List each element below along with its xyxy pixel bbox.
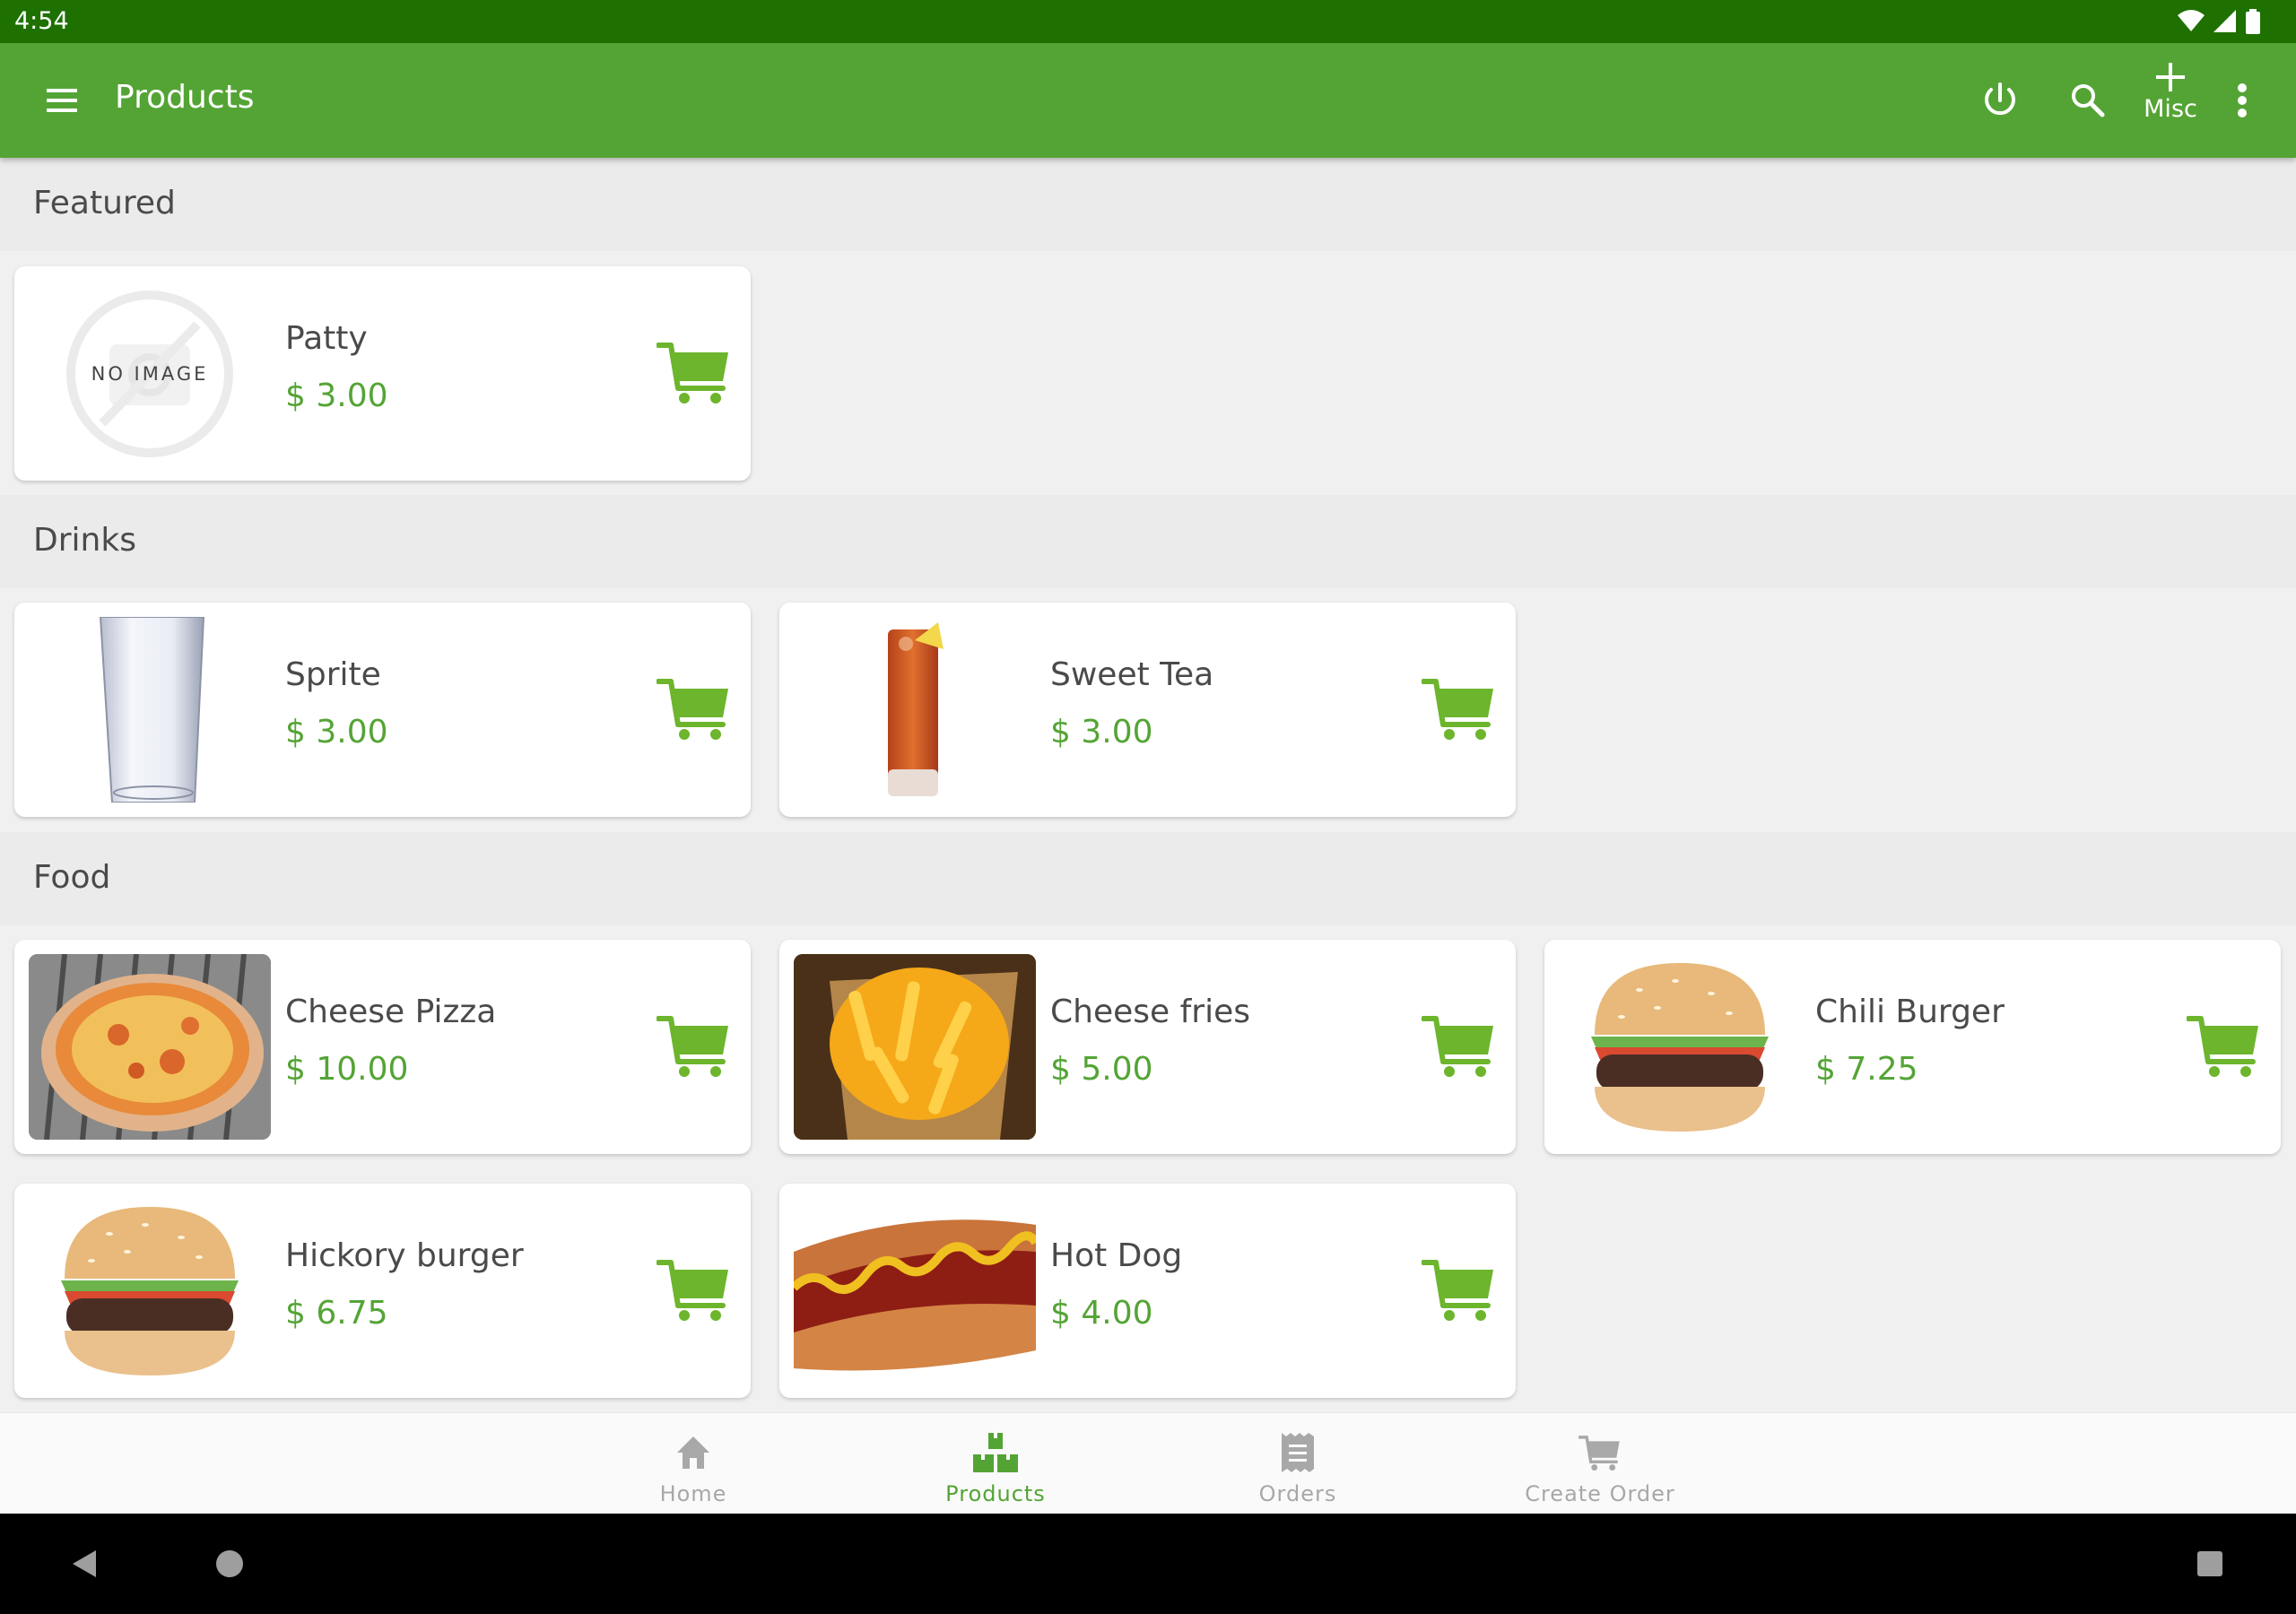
product-price: $ 5.00	[1050, 1051, 1153, 1088]
section-title: Drinks	[33, 522, 136, 559]
nav-item-home[interactable]: Home	[586, 1413, 801, 1514]
status-bar: 4:54	[0, 0, 2296, 43]
page-title: Products	[115, 79, 255, 116]
nav-item-orders[interactable]: Orders	[1190, 1413, 1405, 1514]
product-image	[29, 954, 271, 1140]
add-to-cart-icon[interactable]	[1422, 676, 1497, 741]
product-name: Sprite	[285, 656, 381, 693]
more-vert-icon	[2238, 83, 2247, 117]
product-image	[1559, 954, 1801, 1140]
section-header-drinks: Drinks	[0, 495, 2296, 588]
system-navigation-bar	[0, 1514, 2296, 1614]
product-image	[794, 954, 1036, 1140]
receipt-icon	[1282, 1433, 1314, 1472]
product-card-chili-burger[interactable]: Chili Burger $ 7.25	[1544, 940, 2281, 1154]
bottom-navigation: Home Products Orders Create Order	[0, 1412, 2296, 1514]
system-icons	[2178, 9, 2260, 34]
power-icon	[1985, 82, 2015, 116]
add-to-cart-icon[interactable]	[657, 340, 732, 404]
home-circle-icon	[216, 1550, 243, 1577]
search-icon	[2072, 84, 2105, 117]
product-price: $ 10.00	[285, 1051, 409, 1088]
glass-image	[99, 617, 205, 803]
section-header-featured: Featured	[0, 158, 2296, 251]
product-card-hot-dog[interactable]: Hot Dog $ 4.00	[779, 1184, 1516, 1398]
product-name: Sweet Tea	[1050, 656, 1214, 693]
pizza-image	[29, 954, 271, 1140]
hot-dog-image	[794, 1219, 1036, 1371]
nav-label: Orders	[1258, 1481, 1337, 1506]
product-name: Patty	[285, 320, 368, 357]
wifi-icon	[2178, 10, 2205, 31]
home-icon	[677, 1436, 709, 1469]
add-to-cart-icon[interactable]	[657, 676, 732, 741]
hamburger-menu-button[interactable]	[43, 81, 86, 120]
product-image	[794, 617, 1036, 803]
product-name: Cheese fries	[1050, 994, 1250, 1030]
signal-icon	[2213, 10, 2236, 32]
recents-square-icon	[2197, 1551, 2222, 1576]
add-to-cart-icon[interactable]	[657, 1257, 732, 1322]
nav-item-products[interactable]: Products	[888, 1413, 1103, 1514]
add-to-cart-icon[interactable]	[657, 1013, 732, 1078]
status-time: 4:54	[14, 7, 69, 35]
recents-button[interactable]	[2188, 1542, 2231, 1585]
product-price: $ 6.75	[285, 1295, 388, 1332]
section-title: Featured	[33, 185, 176, 221]
product-price: $ 3.00	[1050, 714, 1153, 751]
product-price: $ 3.00	[285, 377, 388, 414]
nav-item-create-order[interactable]: Create Order	[1492, 1413, 1708, 1514]
home-nav-button[interactable]	[208, 1542, 251, 1585]
section-header-food: Food	[0, 832, 2296, 925]
add-to-cart-icon[interactable]	[1422, 1013, 1497, 1078]
no-image-icon: NO IMAGE	[66, 290, 233, 457]
nav-label: Create Order	[1525, 1481, 1675, 1506]
product-card-cheese-fries[interactable]: Cheese fries $ 5.00	[779, 940, 1516, 1154]
cart-icon	[1578, 1436, 1620, 1471]
back-button[interactable]	[63, 1542, 106, 1585]
nav-label: Products	[945, 1481, 1046, 1506]
product-image-placeholder: NO IMAGE	[29, 281, 271, 466]
power-button[interactable]	[1968, 68, 2032, 133]
iced-tea-image	[888, 622, 944, 796]
product-card-sprite[interactable]: Sprite $ 3.00	[14, 603, 751, 817]
section-title: Food	[33, 859, 111, 896]
product-price: $ 4.00	[1050, 1295, 1153, 1332]
product-name: Cheese Pizza	[285, 994, 497, 1030]
burger-image	[1591, 963, 1769, 1132]
product-card-hickory-burger[interactable]: Hickory burger $ 6.75	[14, 1184, 751, 1398]
product-card-cheese-pizza[interactable]: Cheese Pizza $ 10.00	[14, 940, 751, 1154]
product-image	[29, 1198, 271, 1384]
misc-label: Misc	[2144, 95, 2197, 123]
product-image	[29, 617, 271, 803]
product-price: $ 3.00	[285, 714, 388, 751]
product-price: $ 7.25	[1815, 1051, 1918, 1088]
overflow-menu-button[interactable]	[2210, 68, 2274, 133]
burger-image	[61, 1207, 239, 1375]
misc-button[interactable]: Misc	[2135, 61, 2206, 147]
product-name: Hot Dog	[1050, 1237, 1183, 1274]
search-button[interactable]	[2056, 68, 2120, 133]
product-name: Chili Burger	[1815, 994, 2005, 1030]
add-to-cart-icon[interactable]	[2187, 1013, 2262, 1078]
hamburger-menu-icon	[47, 89, 77, 112]
cheese-fries-image	[794, 954, 1036, 1140]
back-triangle-icon	[73, 1550, 96, 1577]
product-card-patty[interactable]: NO IMAGE Patty $ 3.00	[14, 266, 751, 481]
product-card-sweet-tea[interactable]: Sweet Tea $ 3.00	[779, 603, 1516, 817]
no-image-text: NO IMAGE	[91, 363, 209, 385]
boxes-icon	[973, 1433, 1018, 1472]
app-bar: Products Misc	[0, 43, 2296, 158]
plus-icon	[2156, 63, 2185, 91]
battery-icon	[2246, 9, 2260, 34]
product-image	[794, 1198, 1036, 1384]
nav-label: Home	[659, 1481, 727, 1506]
add-to-cart-icon[interactable]	[1422, 1257, 1497, 1322]
product-name: Hickory burger	[285, 1237, 524, 1274]
